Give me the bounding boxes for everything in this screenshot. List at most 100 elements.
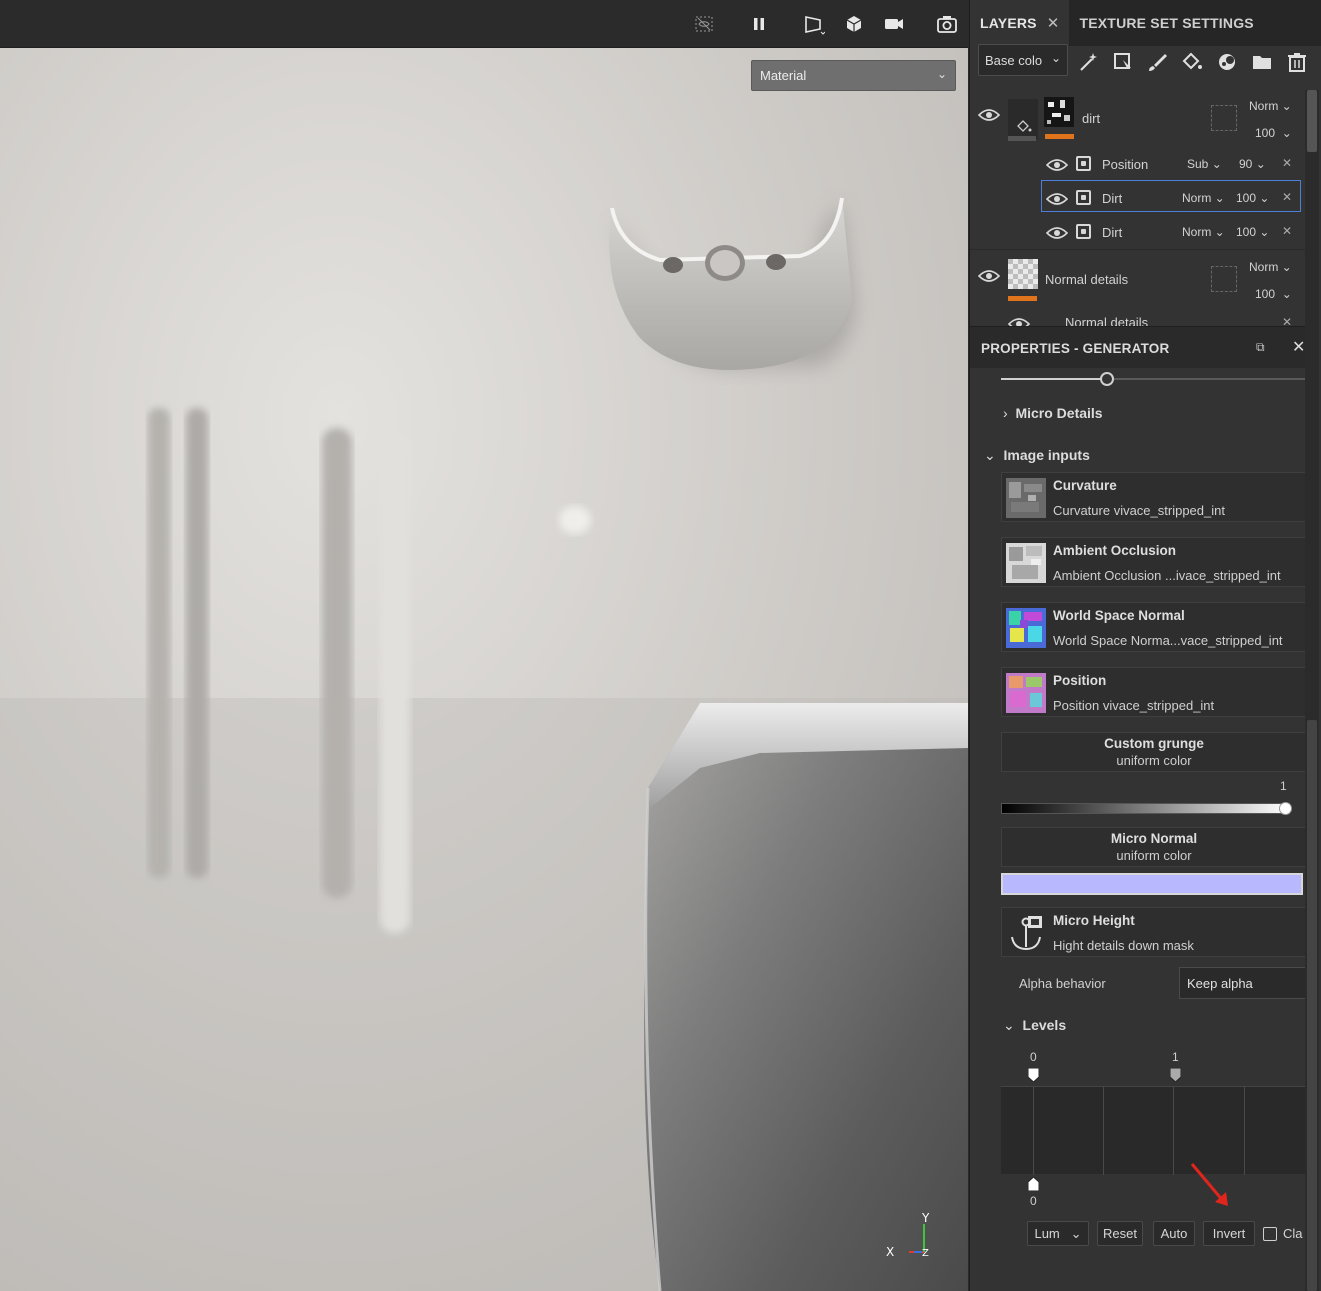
layer-opacity[interactable]: 100 ⌄ xyxy=(1255,287,1292,301)
trash-icon[interactable] xyxy=(1285,50,1309,74)
remove-effect-icon[interactable]: ✕ xyxy=(1282,224,1292,238)
input-micro-height[interactable]: Micro Height Hight details down mask xyxy=(1001,907,1306,957)
layer-mask-slot[interactable] xyxy=(1211,266,1237,292)
alpha-behavior-dropdown[interactable]: Keep alpha xyxy=(1179,967,1306,999)
close-icon[interactable]: ✕ xyxy=(1292,337,1305,356)
mask-icon[interactable] xyxy=(1215,50,1239,74)
levels-reset-button[interactable]: Reset xyxy=(1097,1221,1143,1246)
input-ambient-occlusion[interactable]: Ambient Occlusion Ambient Occlusion ...i… xyxy=(1001,537,1306,587)
input-name: Ambient Occlusion xyxy=(1053,543,1177,558)
material-mode-dropdown[interactable]: Material ⌄ xyxy=(751,60,956,91)
close-icon[interactable]: ✕ xyxy=(1047,14,1060,32)
layer-color-tag xyxy=(1045,134,1074,139)
layer-opacity[interactable]: 100 ⌄ xyxy=(1255,126,1292,140)
layer-mask-slot[interactable] xyxy=(1211,105,1237,131)
input-name: Micro Height xyxy=(1053,913,1135,928)
chevron-down-icon: ⌄ xyxy=(984,447,996,463)
properties-scrollbar-thumb[interactable] xyxy=(1307,720,1317,1291)
effect-opacity[interactable]: 100 ⌄ xyxy=(1236,225,1269,239)
levels-auto-button[interactable]: Auto xyxy=(1153,1221,1195,1246)
cube-icon[interactable] xyxy=(840,10,868,38)
hide-icon[interactable] xyxy=(690,10,718,38)
custom-grunge-sub: uniform color xyxy=(1116,753,1192,768)
world-space-normal-thumbnail xyxy=(1006,608,1046,648)
effect-row-selected[interactable]: Dirt Norm ⌄ 100 ⌄ ✕ xyxy=(970,181,1310,215)
effect-opacity[interactable]: 90 ⌄ xyxy=(1239,157,1266,171)
effect-blend-mode[interactable]: Norm ⌄ xyxy=(1182,191,1225,205)
folder-icon[interactable] xyxy=(1250,50,1274,74)
input-world-space-normal[interactable]: World Space Normal World Space Norma...v… xyxy=(1001,602,1306,652)
input-position[interactable]: Position Position vivace_stripped_int xyxy=(1001,667,1306,717)
effect-opacity[interactable]: 100 ⌄ xyxy=(1236,191,1269,205)
levels-low-handle[interactable] xyxy=(1027,1067,1040,1083)
eye-icon[interactable] xyxy=(1045,225,1069,239)
eye-icon[interactable] xyxy=(977,107,1001,121)
input-name: Position xyxy=(1053,673,1107,688)
effect-row[interactable]: Position Sub ⌄ 90 ⌄ ✕ xyxy=(970,147,1310,181)
layer-normal-details[interactable]: Normal details Norm ⌄ 100 ⌄ xyxy=(970,249,1310,307)
input-micro-normal[interactable]: Micro Normal uniform color xyxy=(1001,827,1306,867)
levels-clamp-checkbox[interactable] xyxy=(1263,1227,1277,1241)
layer-stack: dirt Norm ⌄ 100 ⌄ Position Sub ⌄ 90 ⌄ ✕ … xyxy=(970,89,1310,326)
levels-high-handle[interactable] xyxy=(1169,1067,1182,1083)
magic-wand-icon[interactable] xyxy=(1076,50,1100,74)
eye-icon[interactable] xyxy=(1007,316,1031,326)
alpha-behavior-value: Keep alpha xyxy=(1187,976,1253,991)
eye-icon[interactable] xyxy=(1045,191,1069,205)
auto-label: Auto xyxy=(1160,1226,1188,1241)
layer-type-bar xyxy=(1008,136,1036,141)
tab-texture-set-settings[interactable]: TEXTURE SET SETTINGS xyxy=(1069,0,1263,46)
screenshot-icon[interactable] xyxy=(933,10,961,38)
remove-effect-icon[interactable]: ✕ xyxy=(1282,156,1292,170)
add-fill-layer-icon[interactable] xyxy=(1111,50,1135,74)
levels-output-low-handle[interactable] xyxy=(1027,1176,1040,1192)
axis-x-label: X xyxy=(886,1245,894,1259)
input-source: Ambient Occlusion ...ivace_stripped_int xyxy=(1053,568,1281,583)
layer-blend-mode[interactable]: Norm ⌄ xyxy=(1249,260,1292,274)
top-slider-handle[interactable] xyxy=(1100,372,1114,386)
remove-effect-icon[interactable]: ✕ xyxy=(1282,190,1292,204)
layer-blend-mode[interactable]: Norm ⌄ xyxy=(1249,99,1292,113)
tab-layers[interactable]: LAYERS ✕ xyxy=(970,0,1070,46)
invert-label: Invert xyxy=(1212,1226,1246,1241)
levels-label: Levels xyxy=(1022,1017,1067,1033)
levels-channel-dropdown[interactable]: Lum ⌄ xyxy=(1027,1221,1089,1246)
micro-normal-color-swatch[interactable] xyxy=(1001,873,1303,895)
layer-dirt[interactable]: dirt Norm ⌄ 100 ⌄ xyxy=(970,89,1310,147)
section-micro-details[interactable]: › Micro Details xyxy=(1003,405,1103,421)
axis-z-label: Z xyxy=(922,1248,929,1259)
fill-bucket-icon[interactable] xyxy=(1180,50,1204,74)
channel-dropdown[interactable]: Base colo ⌄ xyxy=(978,44,1068,76)
undock-icon[interactable]: ⧉ xyxy=(1256,340,1265,355)
section-image-inputs[interactable]: ⌄ Image inputs xyxy=(984,447,1090,464)
levels-invert-button[interactable]: Invert xyxy=(1203,1221,1255,1246)
eye-icon[interactable] xyxy=(1045,157,1069,171)
3d-viewport[interactable]: Material ⌄ Y X Z xyxy=(0,0,968,1291)
effect-opacity-value: 100 xyxy=(1236,191,1257,205)
layer-name[interactable]: dirt xyxy=(1082,111,1100,126)
effect-row-partial[interactable]: Normal details ✕ xyxy=(970,309,1310,326)
panel-tabs: LAYERS ✕ TEXTURE SET SETTINGS xyxy=(970,0,1321,46)
axis-y-label: Y xyxy=(921,1211,930,1225)
effect-blend-mode[interactable]: Sub ⌄ xyxy=(1187,157,1222,171)
remove-effect-icon[interactable]: ✕ xyxy=(1282,315,1292,326)
input-custom-grunge[interactable]: Custom grunge uniform color xyxy=(1001,732,1306,772)
effect-blend-value: Sub xyxy=(1187,157,1209,171)
pause-icon[interactable] xyxy=(745,10,773,38)
paint-brush-icon[interactable] xyxy=(1145,50,1169,74)
camera-icon[interactable] xyxy=(880,10,908,38)
eye-icon[interactable] xyxy=(977,268,1001,282)
section-levels[interactable]: ⌄ Levels xyxy=(1003,1017,1066,1034)
input-curvature[interactable]: Curvature Curvature vivace_stripped_int xyxy=(1001,472,1306,522)
custom-grunge-slider-handle[interactable] xyxy=(1279,802,1292,815)
properties-scrollbar[interactable] xyxy=(1305,720,1319,1291)
viewport-toolbar xyxy=(0,0,968,48)
effect-row[interactable]: Dirt Norm ⌄ 100 ⌄ ✕ xyxy=(970,215,1310,249)
custom-grunge-slider[interactable] xyxy=(1001,803,1290,814)
perspective-icon[interactable] xyxy=(800,10,828,38)
layer-opacity-value: 100 xyxy=(1255,126,1276,140)
layer-name[interactable]: Normal details xyxy=(1045,272,1128,287)
ambient-occlusion-thumbnail xyxy=(1006,543,1046,583)
effect-blend-mode[interactable]: Norm ⌄ xyxy=(1182,225,1225,239)
layers-scrollbar-thumb[interactable] xyxy=(1307,90,1317,152)
